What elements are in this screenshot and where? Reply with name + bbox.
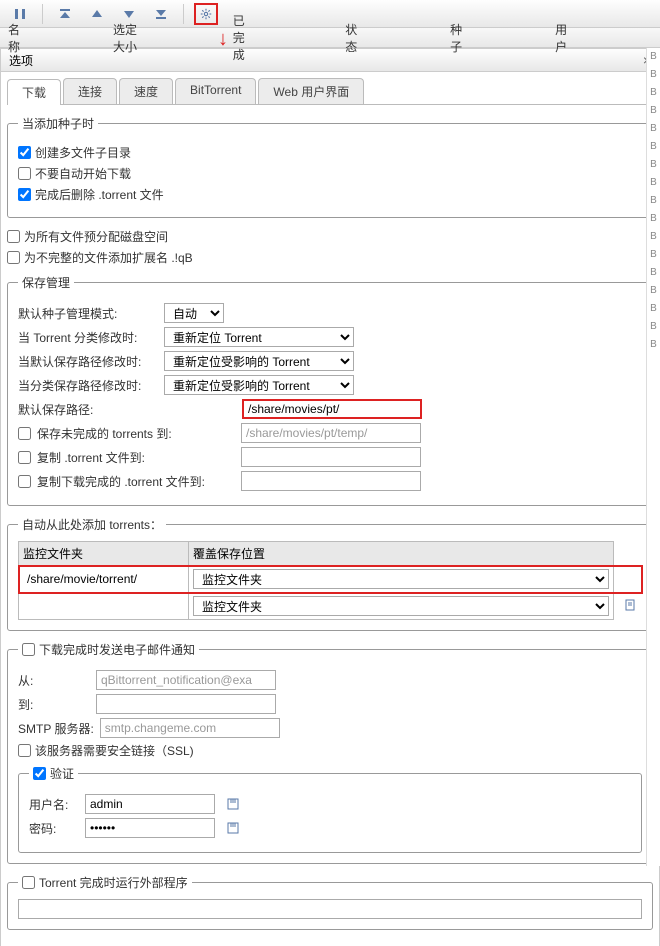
ssl-checkbox[interactable] (18, 744, 31, 757)
create-subfolder-checkbox[interactable] (18, 146, 31, 159)
copy-torrent-checkbox[interactable] (18, 451, 31, 464)
background-list-edge: BBBBB BBBBB BBBBB BB (646, 48, 660, 866)
default-savepath-input[interactable] (242, 399, 422, 419)
fieldset-save-path: 保存管理 默认种子管理模式: 自动 当 Torrent 分类修改时: 重新定位 … (7, 274, 653, 506)
legend-auth: 验证 (29, 765, 78, 782)
legend-run-external: Torrent 完成时运行外部程序 (18, 874, 192, 891)
top-icon[interactable] (53, 3, 77, 25)
dont-autostart-option[interactable]: 不要自动开始下载 (18, 165, 131, 182)
col-user[interactable]: 用户 (555, 21, 570, 55)
monitor-row2-override-select[interactable]: 监控文件夹 (193, 596, 609, 616)
email-to-input[interactable] (96, 694, 276, 714)
category-changed-label: 当 Torrent 分类修改时: (18, 329, 158, 346)
delete-torrent-option[interactable]: 完成后删除 .torrent 文件 (18, 186, 164, 203)
up-icon[interactable] (85, 3, 109, 25)
category-changed-select[interactable]: 重新定位 Torrent (164, 327, 354, 347)
category-savepath-changed-label: 当分类保存路径修改时: (18, 377, 158, 394)
email-enable-checkbox[interactable] (22, 643, 35, 656)
tab-webui[interactable]: Web 用户界面 (258, 78, 364, 104)
append-ext-option[interactable]: 为不完整的文件添加扩展名 .!qB (7, 249, 193, 266)
smtp-label: SMTP 服务器: (18, 720, 94, 737)
default-savepath-changed-label: 当默认保存路径修改时: (18, 353, 158, 370)
email-to-label: 到: (18, 696, 90, 713)
col-status[interactable]: 状态 (345, 21, 360, 55)
monitor-col-override: 覆盖保存位置 (189, 542, 614, 566)
toolbar-separator (42, 4, 43, 24)
dialog-title: 选项 (9, 52, 33, 69)
copy-finished-label: 复制下载完成的 .torrent 文件到: (37, 473, 235, 490)
tab-speed[interactable]: 速度 (119, 78, 173, 104)
gear-icon[interactable] (194, 3, 218, 25)
copy-finished-input[interactable] (241, 471, 421, 491)
email-from-label: 从: (18, 672, 90, 689)
dont-autostart-checkbox[interactable] (18, 167, 31, 180)
dialog-body: 下载 连接 速度 BitTorrent Web 用户界面 当添加种子时 创建多文… (0, 72, 660, 946)
copy-finished-checkbox[interactable] (18, 475, 31, 488)
category-savepath-changed-select[interactable]: 重新定位受影响的 Torrent (164, 375, 354, 395)
toolbar-separator (183, 4, 184, 24)
delete-torrent-checkbox[interactable] (18, 188, 31, 201)
col-seeds[interactable]: 种子 (450, 21, 465, 55)
col-progress[interactable]: 已完成 (233, 12, 255, 63)
auth-user-label: 用户名: (29, 796, 79, 813)
default-savepath-changed-select[interactable]: 重新定位受影响的 Torrent (164, 351, 354, 371)
fieldset-run-external: Torrent 完成时运行外部程序 (7, 874, 653, 930)
save-icon[interactable] (225, 820, 241, 836)
legend-email: 下载完成时发送电子邮件通知 (18, 641, 199, 658)
fieldset-auto-add: 自动从此处添加 torrents： 监控文件夹 覆盖保存位置 监控文件夹 监控文… (7, 516, 653, 631)
default-savepath-label: 默认保存路径: (18, 401, 236, 418)
run-external-checkbox[interactable] (22, 876, 35, 889)
monitor-row1-folder-input[interactable] (23, 569, 184, 589)
auth-pass-input[interactable] (85, 818, 215, 838)
col-size[interactable]: 选定大小 (113, 21, 143, 55)
monitor-row2-folder-input[interactable] (23, 596, 184, 616)
copy-torrent-label: 复制 .torrent 文件到: (37, 449, 235, 466)
fieldset-add-torrent: 当添加种子时 创建多文件子目录 不要自动开始下载 完成后删除 .torrent … (7, 115, 653, 218)
options-tabs: 下载 连接 速度 BitTorrent Web 用户界面 (7, 78, 653, 105)
save-icon[interactable] (225, 796, 241, 812)
legend-add-torrent: 当添加种子时 (18, 115, 98, 132)
col-name[interactable]: 名称 (8, 21, 23, 55)
auth-enable-checkbox[interactable] (33, 767, 46, 780)
auth-pass-label: 密码: (29, 820, 79, 837)
append-ext-checkbox[interactable] (7, 251, 20, 264)
ssl-option[interactable]: 该服务器需要安全链接（SSL) (18, 742, 194, 759)
bottom-icon[interactable] (149, 3, 173, 25)
keep-incomplete-input[interactable] (241, 423, 421, 443)
default-mode-select[interactable]: 自动 (164, 303, 224, 323)
legend-save-path: 保存管理 (18, 274, 74, 291)
keep-incomplete-label: 保存未完成的 torrents 到: (37, 425, 235, 442)
tab-download[interactable]: 下载 (7, 79, 61, 105)
tab-bittorrent[interactable]: BitTorrent (175, 78, 256, 104)
tab-connection[interactable]: 连接 (63, 78, 117, 104)
preallocate-checkbox[interactable] (7, 230, 20, 243)
email-from-input[interactable] (96, 670, 276, 690)
monitor-table: 监控文件夹 覆盖保存位置 监控文件夹 监控文件夹 (18, 541, 642, 620)
keep-incomplete-checkbox[interactable] (18, 427, 31, 440)
smtp-input[interactable] (100, 718, 280, 738)
auth-user-input[interactable] (85, 794, 215, 814)
create-subfolder-option[interactable]: 创建多文件子目录 (18, 144, 131, 161)
default-mode-label: 默认种子管理模式: (18, 305, 158, 322)
copy-torrent-input[interactable] (241, 447, 421, 467)
run-external-input[interactable] (18, 899, 642, 919)
preallocate-option[interactable]: 为所有文件预分配磁盘空间 (7, 228, 168, 245)
add-folder-icon[interactable] (624, 598, 638, 612)
legend-auto-add: 自动从此处添加 torrents： (18, 516, 166, 533)
monitor-row1-override-select[interactable]: 监控文件夹 (193, 569, 609, 589)
monitor-col-folder: 监控文件夹 (19, 542, 189, 566)
fieldset-auth: 验证 用户名: 密码: (18, 765, 642, 853)
fieldset-email: 下载完成时发送电子邮件通知 从: 到: SMTP 服务器: 该服务器需要安全链接… (7, 641, 653, 864)
column-headers: 名称 选定大小 已完成 状态 种子 用户 (0, 28, 660, 48)
